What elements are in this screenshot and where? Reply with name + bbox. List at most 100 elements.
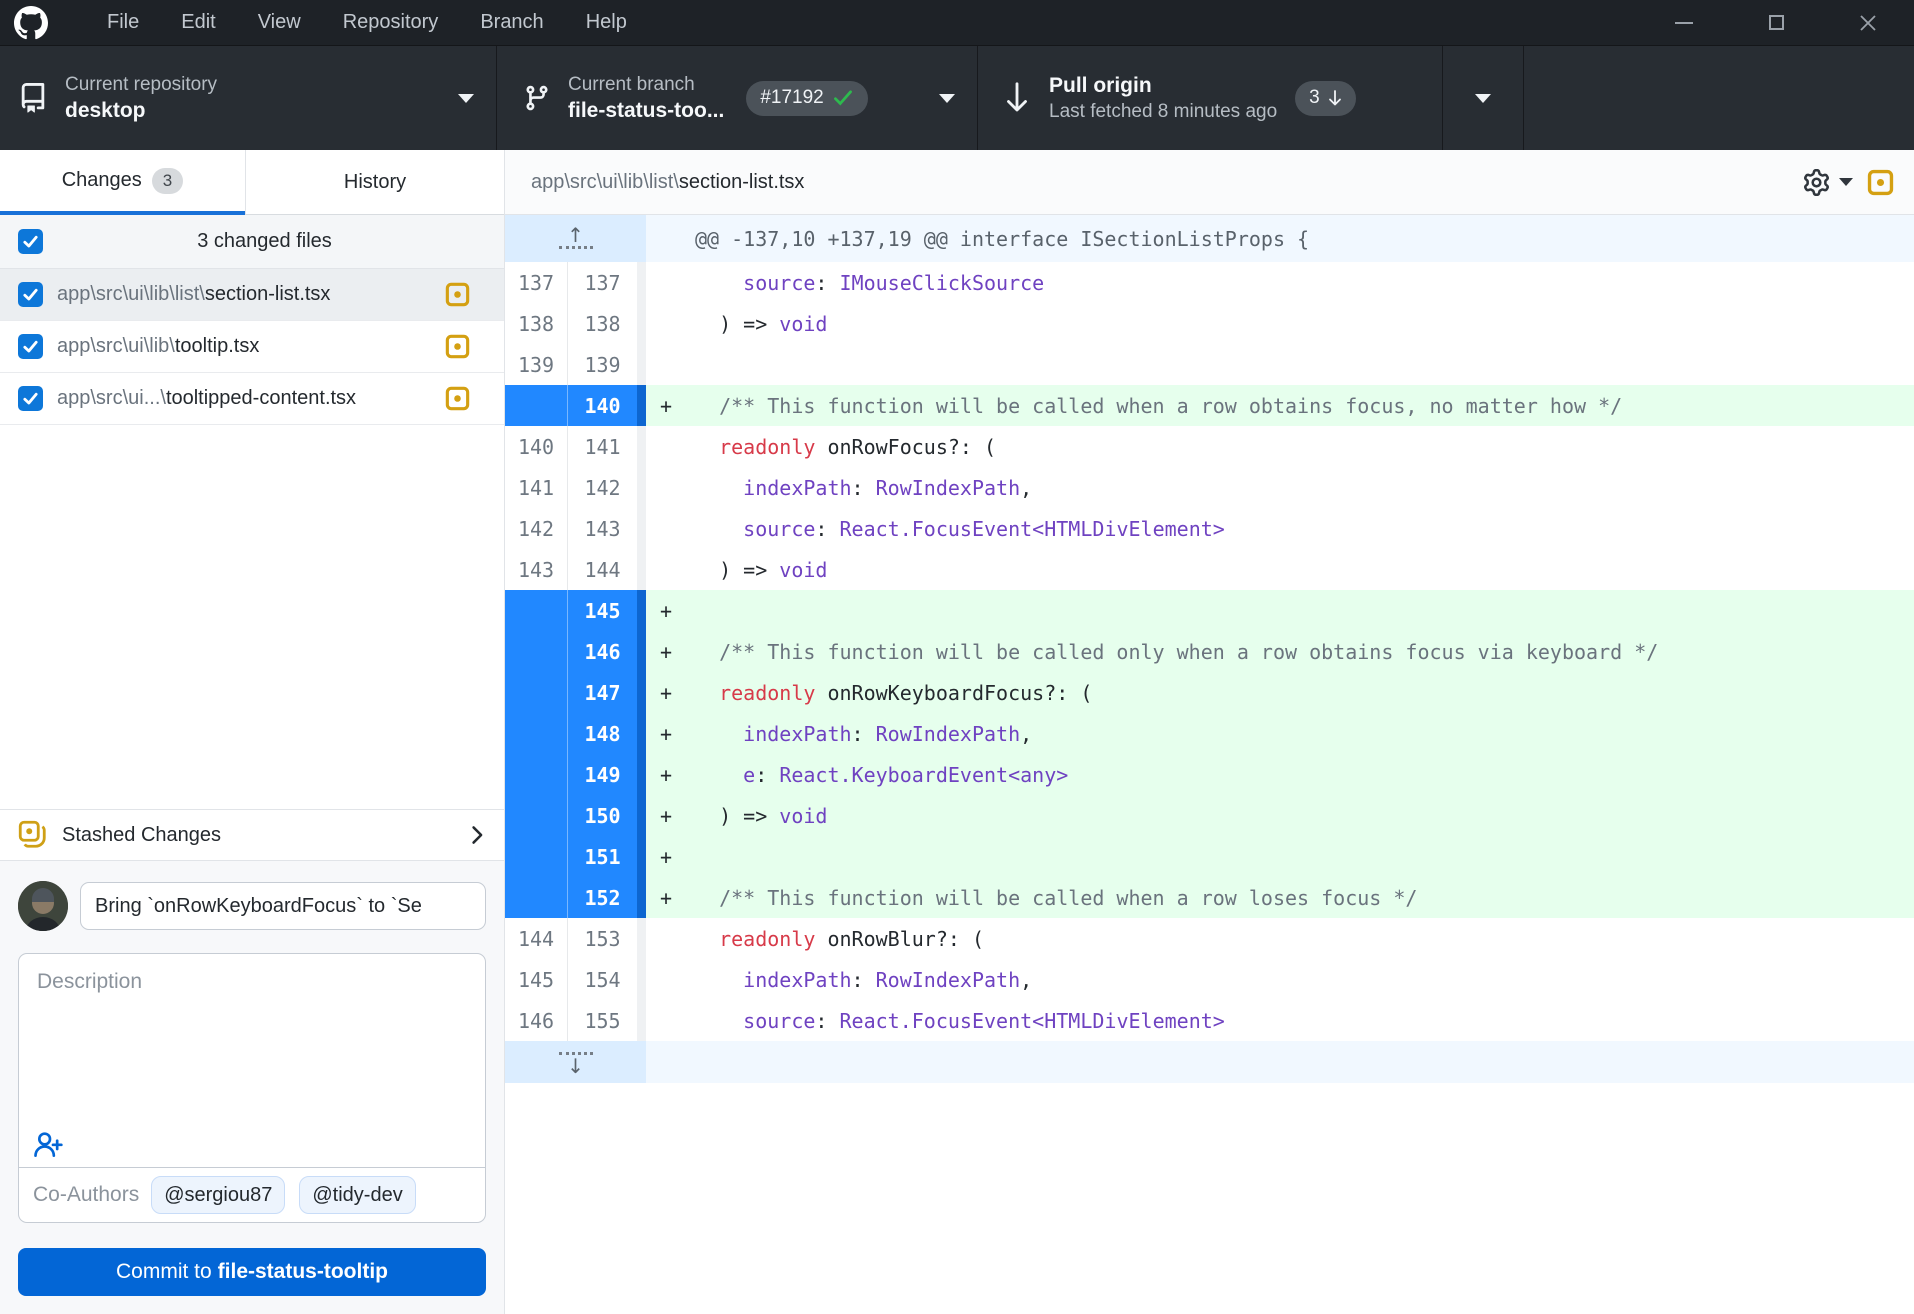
coauthors-label: Co-Authors (33, 1183, 139, 1207)
line-select-strip (637, 836, 646, 877)
pull-origin-subtitle: Last fetched 8 minutes ago (1049, 99, 1277, 124)
line-select-strip (637, 508, 646, 549)
coauthor-pill[interactable]: @sergiou87 (151, 1176, 285, 1214)
diff-row[interactable]: 145154 indexPath: RowIndexPath, (505, 959, 1914, 1000)
menu-item-repository[interactable]: Repository (322, 0, 460, 45)
menu-item-help[interactable]: Help (565, 0, 648, 45)
menu-items: FileEditViewRepositoryBranchHelp (86, 0, 648, 45)
diff-file-header: app\src\ui\lib\list\section-list.tsx (505, 150, 1914, 215)
line-select-strip (637, 754, 646, 795)
old-line-number (505, 672, 567, 713)
tab-changes[interactable]: Changes 3 (0, 150, 245, 215)
minimize-button[interactable] (1638, 0, 1730, 45)
file-row[interactable]: app\src\ui...\tooltipped-content.tsx (0, 373, 504, 425)
diff-row[interactable]: 145 + (505, 590, 1914, 631)
diff-marker: + (660, 681, 695, 705)
chevron-down-icon (1839, 178, 1853, 186)
file-row[interactable]: app\src\ui\lib\list\section-list.tsx (0, 269, 504, 321)
file-checkbox[interactable] (18, 334, 43, 359)
diff-row[interactable]: 143144 ) => void (505, 549, 1914, 590)
commit-button-prefix: Commit to (116, 1260, 212, 1284)
diff-row[interactable]: 146+ /** This function will be called on… (505, 631, 1914, 672)
current-branch-button[interactable]: Current branch file-status-too... #17192 (497, 46, 978, 150)
new-line-number: 137 (567, 262, 637, 303)
diff-row[interactable]: 152+ /** This function will be called wh… (505, 877, 1914, 918)
file-checkbox[interactable] (18, 282, 43, 307)
diff-path-prefix: app\src\ui\lib\list\ (531, 171, 679, 193)
diff-row[interactable]: 142143 source: React.FocusEvent<HTMLDivE… (505, 508, 1914, 549)
modified-status-icon (445, 334, 470, 359)
code-line: readonly onRowBlur?: ( (646, 918, 1914, 959)
current-repository-label: Current repository (65, 72, 217, 97)
pr-check-icon (832, 87, 854, 109)
new-line-number: 154 (567, 959, 637, 1000)
menu-item-branch[interactable]: Branch (459, 0, 564, 45)
new-line-number: 149 (567, 754, 637, 795)
old-line-number (505, 713, 567, 754)
pull-origin-button[interactable]: Pull origin Last fetched 8 minutes ago 3 (978, 46, 1443, 150)
old-line-number: 141 (505, 467, 567, 508)
new-line-number: 140 (567, 385, 637, 426)
coauthor-pill[interactable]: @tidy-dev (299, 1176, 415, 1214)
diff-row[interactable]: 141142 indexPath: RowIndexPath, (505, 467, 1914, 508)
file-row[interactable]: app\src\ui\lib\tooltip.tsx (0, 321, 504, 373)
commit-summary-input[interactable]: Bring `onRowKeyboardFocus` to `Se (80, 882, 486, 930)
diff-row[interactable]: 144153 readonly onRowBlur?: ( (505, 918, 1914, 959)
diff-row[interactable]: 140+ /** This function will be called wh… (505, 385, 1914, 426)
commit-summary-value: Bring `onRowKeyboardFocus` to `Se (95, 895, 422, 918)
diff-row[interactable]: 148+ indexPath: RowIndexPath, (505, 713, 1914, 754)
old-line-number (505, 795, 567, 836)
diff-row[interactable]: 140141 readonly onRowFocus?: ( (505, 426, 1914, 467)
coauthors-input[interactable]: Co-Authors @sergiou87 @tidy-dev (18, 1168, 486, 1223)
diff-row[interactable]: 138138 ) => void (505, 303, 1914, 344)
menu-item-file[interactable]: File (86, 0, 160, 45)
old-line-number: 139 (505, 344, 567, 385)
commit-button[interactable]: Commit to file-status-tooltip (18, 1248, 486, 1296)
line-select-strip (637, 959, 646, 1000)
tab-history[interactable]: History (245, 150, 504, 215)
github-logo-icon (14, 6, 48, 40)
pull-dropdown-button[interactable] (1443, 46, 1524, 150)
coauthor-pills: @sergiou87 @tidy-dev (151, 1176, 416, 1214)
diff-view: app\src\ui\lib\list\section-list.tsx ↑ @… (505, 150, 1914, 1314)
code-line: + /** This function will be called only … (646, 631, 1914, 672)
diff-row[interactable]: 147+ readonly onRowKeyboardFocus?: ( (505, 672, 1914, 713)
diff-row[interactable]: 146155 source: React.FocusEvent<HTMLDivE… (505, 1000, 1914, 1041)
line-select-strip (637, 549, 646, 590)
changed-files-header: 3 changed files (0, 215, 504, 269)
current-branch-label: Current branch (568, 72, 724, 97)
small-arrow-down-icon (1328, 90, 1342, 107)
file-checkbox[interactable] (18, 386, 43, 411)
menu-item-view[interactable]: View (237, 0, 322, 45)
current-repository-button[interactable]: Current repository desktop (0, 46, 497, 150)
diff-marker: + (660, 640, 695, 664)
diff-row[interactable]: 149+ e: React.KeyboardEvent<any> (505, 754, 1914, 795)
diff-options-button[interactable] (1803, 169, 1853, 196)
add-coauthor-icon[interactable] (33, 1131, 63, 1157)
expand-hunk-down-button[interactable]: ↓ (505, 1041, 646, 1083)
diff-row[interactable]: 137137 source: IMouseClickSource (505, 262, 1914, 303)
diff-row[interactable]: 150+ ) => void (505, 795, 1914, 836)
sidebar-tabs: Changes 3 History (0, 150, 504, 215)
old-line-number (505, 836, 567, 877)
code-line: source: React.FocusEvent<HTMLDivElement> (646, 508, 1914, 549)
expand-hunk-up-button[interactable]: ↑ (505, 215, 646, 262)
diff-row[interactable]: 139139 (505, 344, 1914, 385)
expand-hunk-down-row: ↓ (505, 1041, 1914, 1083)
stashed-changes-label: Stashed Changes (62, 824, 466, 847)
diff-marker: + (660, 886, 695, 910)
pull-count: 3 (1309, 87, 1320, 109)
new-line-number: 139 (567, 344, 637, 385)
stashed-changes-row[interactable]: Stashed Changes (0, 809, 504, 861)
diff-marker: + (660, 599, 695, 623)
code-line: indexPath: RowIndexPath, (646, 467, 1914, 508)
new-line-number: 145 (567, 590, 637, 631)
close-button[interactable] (1822, 0, 1914, 45)
diff-row[interactable]: 151+ (505, 836, 1914, 877)
chevron-down-icon (458, 94, 474, 103)
maximize-button[interactable] (1730, 0, 1822, 45)
menu-item-edit[interactable]: Edit (160, 0, 236, 45)
select-all-checkbox[interactable] (18, 229, 43, 254)
commit-description-textarea[interactable]: Description (18, 953, 486, 1168)
expand-down-icon: ↓ (567, 1057, 584, 1075)
